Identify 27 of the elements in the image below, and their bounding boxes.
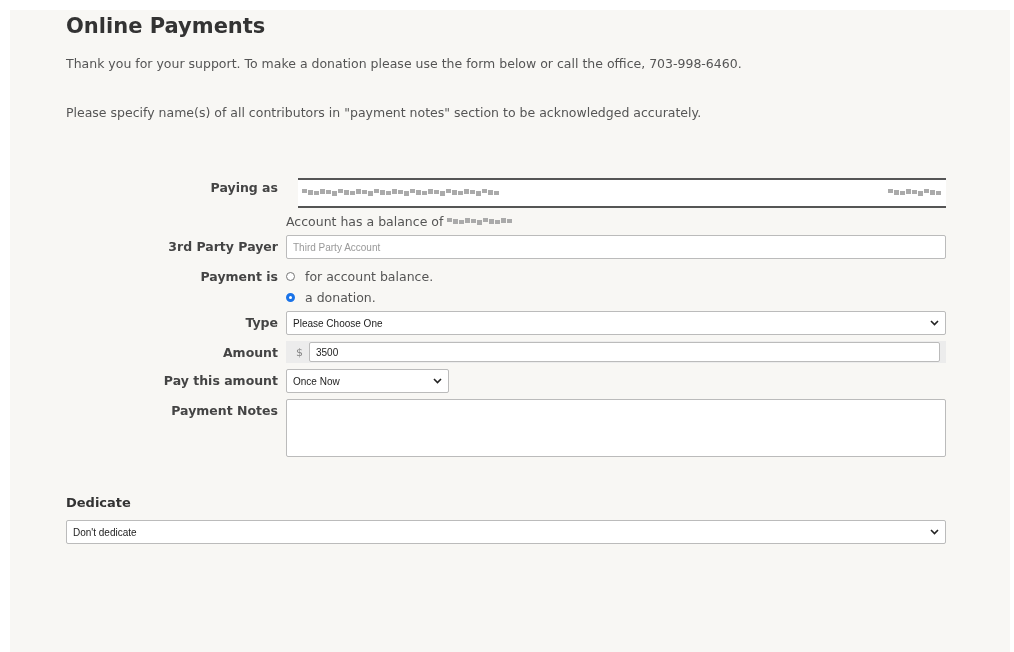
type-select[interactable]: Please Choose One (286, 311, 946, 335)
frequency-select[interactable]: Once Now (286, 369, 449, 393)
paying-as-field[interactable] (298, 178, 946, 208)
section-heading: Dedicate (66, 495, 132, 510)
radio-label[interactable]: for account balance. (305, 269, 434, 284)
dedicate-select[interactable]: Don't dedicate (66, 520, 946, 544)
amount-field[interactable]: 3500 (309, 342, 940, 362)
chevron-down-icon (433, 378, 442, 384)
radio-label[interactable]: a donation. (305, 290, 376, 305)
field-label: Type (244, 314, 278, 330)
field-label: Pay this amount (162, 372, 278, 388)
field-label: Payment is (199, 268, 278, 284)
radio-button[interactable] (286, 272, 295, 281)
field-label: Paying as (209, 179, 278, 195)
balance-note: Account has a balance of (286, 214, 444, 229)
redacted-text-drawing (888, 189, 942, 197)
intro-text: Thank you for your support. To make a donation please use the form below or call the office, 703-998-6460. (66, 56, 743, 71)
field-label: Amount (221, 344, 278, 360)
payment-notes-field[interactable] (286, 399, 946, 457)
intro-text: Please specify name(s) of all contributors in "payment notes" section to be acknowledged accurately. (66, 105, 703, 120)
field-label: Payment Notes (170, 402, 278, 418)
radio-button[interactable] (286, 293, 295, 302)
field-label: 3rd Party Payer (167, 238, 278, 254)
page-title: Online Payments (66, 13, 267, 38)
chevron-down-icon (930, 320, 939, 326)
chevron-down-icon (930, 529, 939, 535)
currency-prefix: $ (295, 345, 303, 359)
